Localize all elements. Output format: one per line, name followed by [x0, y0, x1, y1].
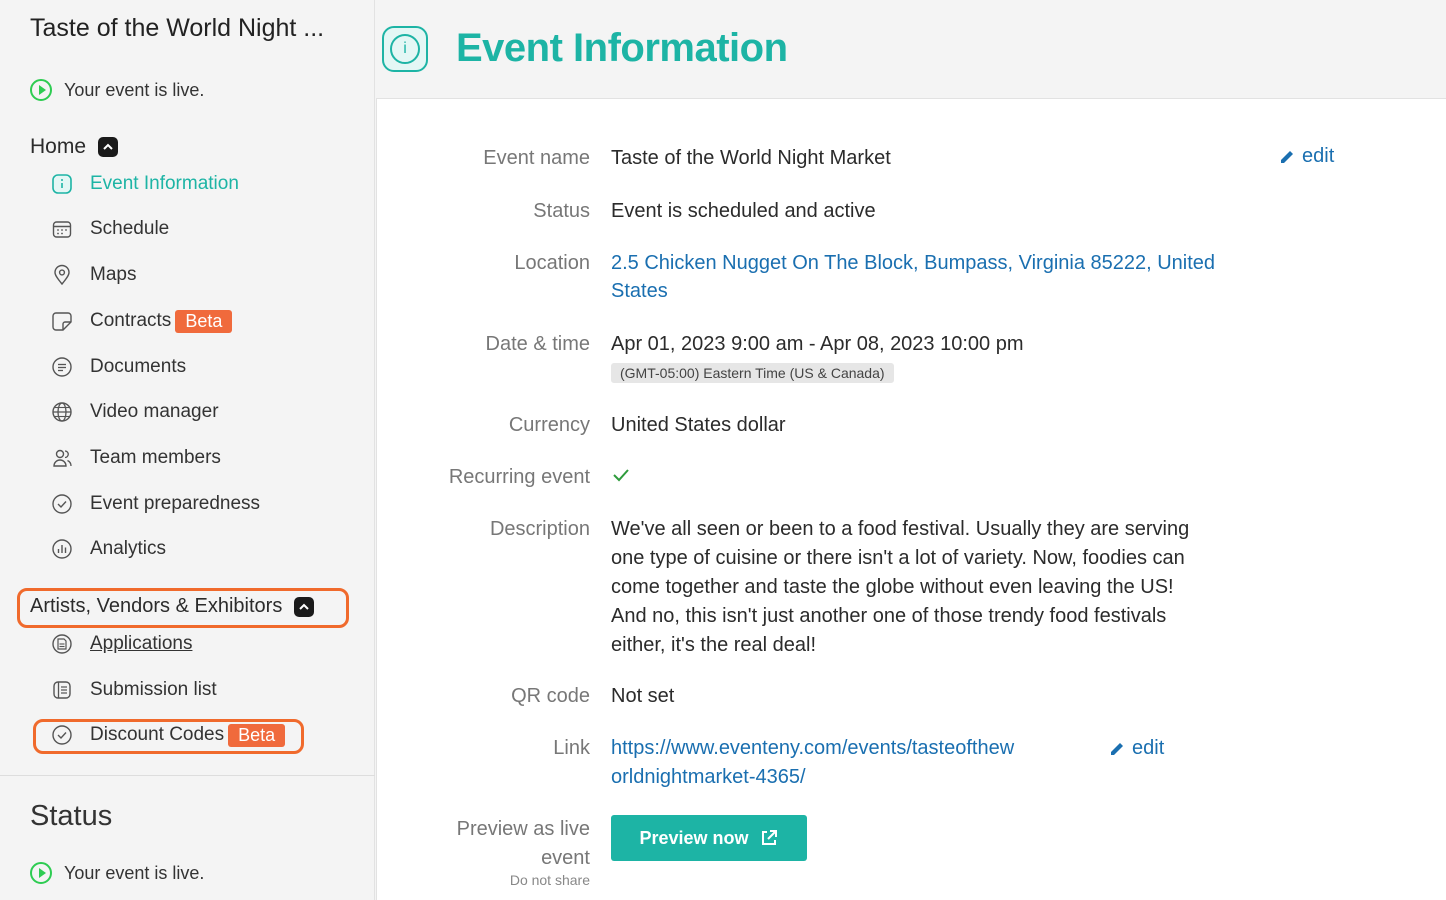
edit-event-button[interactable]: edit	[1278, 145, 1334, 168]
sidebar-item-label: Schedule	[90, 218, 170, 239]
sidebar-item-contracts[interactable]: Contracts Beta	[50, 309, 233, 333]
description-label: Description	[489, 518, 590, 540]
sidebar: Taste of the World Night ... Your event …	[0, 0, 375, 900]
list-icon	[50, 678, 74, 702]
preview-now-button[interactable]: Preview now	[611, 815, 807, 861]
beta-badge: Beta	[228, 723, 286, 747]
link-label: Link	[553, 737, 590, 759]
sidebar-item-label: Analytics	[90, 538, 167, 559]
sidebar-item-label: Discount Codes	[90, 724, 225, 745]
sidebar-item-documents[interactable]: Documents	[50, 355, 186, 379]
sidebar-item-label: Event Information	[90, 173, 239, 194]
description-line: come together and taste the globe withou…	[611, 576, 1174, 598]
sidebar-item-applications[interactable]: Applications	[50, 632, 192, 656]
info-icon: i	[382, 26, 428, 72]
sidebar-item-label: Event preparedness	[90, 493, 261, 514]
beta-badge: Beta	[175, 309, 233, 333]
sidebar-item-event-information[interactable]: Event Information	[50, 172, 239, 196]
chevron-up-icon[interactable]	[294, 596, 315, 617]
event-link-line1[interactable]: https://www.eventeny.com/events/tasteoft…	[611, 737, 1014, 760]
description-line: We've all seen or been to a food festiva…	[611, 518, 1190, 540]
status-live: Your event is live.	[30, 862, 204, 884]
analytics-icon	[50, 537, 74, 561]
globe-icon	[50, 400, 74, 424]
currency-label: Currency	[508, 414, 590, 436]
document-icon	[50, 355, 74, 379]
recurring-label: Recurring event	[448, 466, 590, 488]
contract-icon	[50, 309, 74, 333]
preview-label-line2: event	[541, 847, 590, 869]
preview-label-line1: Preview as live	[456, 818, 590, 840]
edit-label: edit	[1132, 737, 1165, 759]
sidebar-item-label: Applications	[90, 633, 193, 654]
sidebar-item-label: Contracts	[90, 310, 172, 331]
datetime-value: Apr 01, 2023 9:00 am - Apr 08, 2023 10:0…	[611, 333, 1024, 355]
status-live-text: Your event is live.	[64, 862, 205, 883]
sidebar-divider	[0, 775, 375, 776]
section-home[interactable]: Home	[30, 135, 119, 159]
location-label: Location	[514, 252, 590, 274]
event-name-label: Event name	[483, 147, 590, 169]
sidebar-item-schedule[interactable]: Schedule	[50, 217, 169, 241]
event-title[interactable]: Taste of the World Night ...	[30, 14, 340, 43]
sidebar-item-label: Team members	[90, 447, 221, 468]
check-circle-icon	[50, 492, 74, 516]
description-line: either, it's the real deal!	[611, 634, 817, 656]
section-vendors[interactable]: Artists, Vendors & Exhibitors	[30, 595, 315, 618]
status-title: Status	[30, 800, 113, 832]
pencil-icon	[1281, 150, 1293, 163]
event-name-value: Taste of the World Night Market	[611, 147, 891, 169]
sidebar-item-label: Video manager	[90, 401, 219, 422]
map-pin-icon	[50, 263, 74, 287]
datetime-label: Date & time	[485, 333, 590, 355]
description-value: We've all seen or been to a food festiva…	[611, 515, 1251, 660]
external-link-icon	[761, 830, 777, 845]
application-icon	[50, 632, 74, 656]
pencil-icon	[1111, 742, 1123, 755]
qr-value: Not set	[611, 685, 675, 707]
sidebar-item-label: Submission list	[90, 679, 217, 700]
section-vendors-label: Artists, Vendors & Exhibitors	[30, 595, 283, 617]
description-line: one type of cuisine or there isn't a lot…	[611, 547, 1185, 569]
preview-button-label: Preview now	[639, 827, 749, 848]
page-title: Event Information	[456, 26, 788, 70]
sidebar-item-event-preparedness[interactable]: Event preparedness	[50, 492, 260, 516]
currency-value: United States dollar	[611, 414, 786, 436]
calendar-icon	[50, 217, 74, 241]
qr-label: QR code	[511, 685, 590, 707]
section-home-label: Home	[30, 135, 87, 158]
timezone-chip: (GMT-05:00) Eastern Time (US & Canada)	[611, 363, 894, 383]
description-line: And no, this isn't just another one of t…	[611, 605, 1167, 627]
checkmark-icon	[613, 469, 629, 482]
location-link-line1[interactable]: 2.5 Chicken Nugget On The Block, Bumpass…	[611, 252, 1215, 275]
team-icon	[50, 446, 74, 470]
sidebar-item-label: Documents	[90, 356, 187, 377]
play-circle-icon	[30, 79, 52, 101]
info-icon	[50, 172, 74, 196]
status-label: Status	[533, 200, 590, 222]
sidebar-item-team-members[interactable]: Team members	[50, 446, 221, 470]
sidebar-item-video-manager[interactable]: Video manager	[50, 400, 219, 424]
status-value: Event is scheduled and active	[611, 200, 876, 222]
live-status-text: Your event is live.	[64, 79, 205, 100]
discount-icon	[50, 723, 74, 747]
sidebar-item-maps[interactable]: Maps	[50, 263, 136, 287]
live-status: Your event is live.	[30, 79, 204, 101]
sidebar-item-analytics[interactable]: Analytics	[50, 537, 166, 561]
event-link-line2[interactable]: orldnightmarket-4365/	[611, 766, 806, 789]
play-circle-icon	[30, 862, 52, 884]
chevron-up-icon[interactable]	[98, 137, 119, 157]
sidebar-item-discount-codes[interactable]: Discount Codes Beta	[50, 723, 286, 747]
edit-label: edit	[1302, 145, 1335, 167]
preview-note: Do not share	[509, 872, 590, 888]
edit-link-button[interactable]: edit	[1108, 737, 1164, 760]
sidebar-item-submission-list[interactable]: Submission list	[50, 678, 217, 702]
location-link-line2[interactable]: States	[611, 280, 668, 303]
sidebar-item-label: Maps	[90, 264, 137, 285]
